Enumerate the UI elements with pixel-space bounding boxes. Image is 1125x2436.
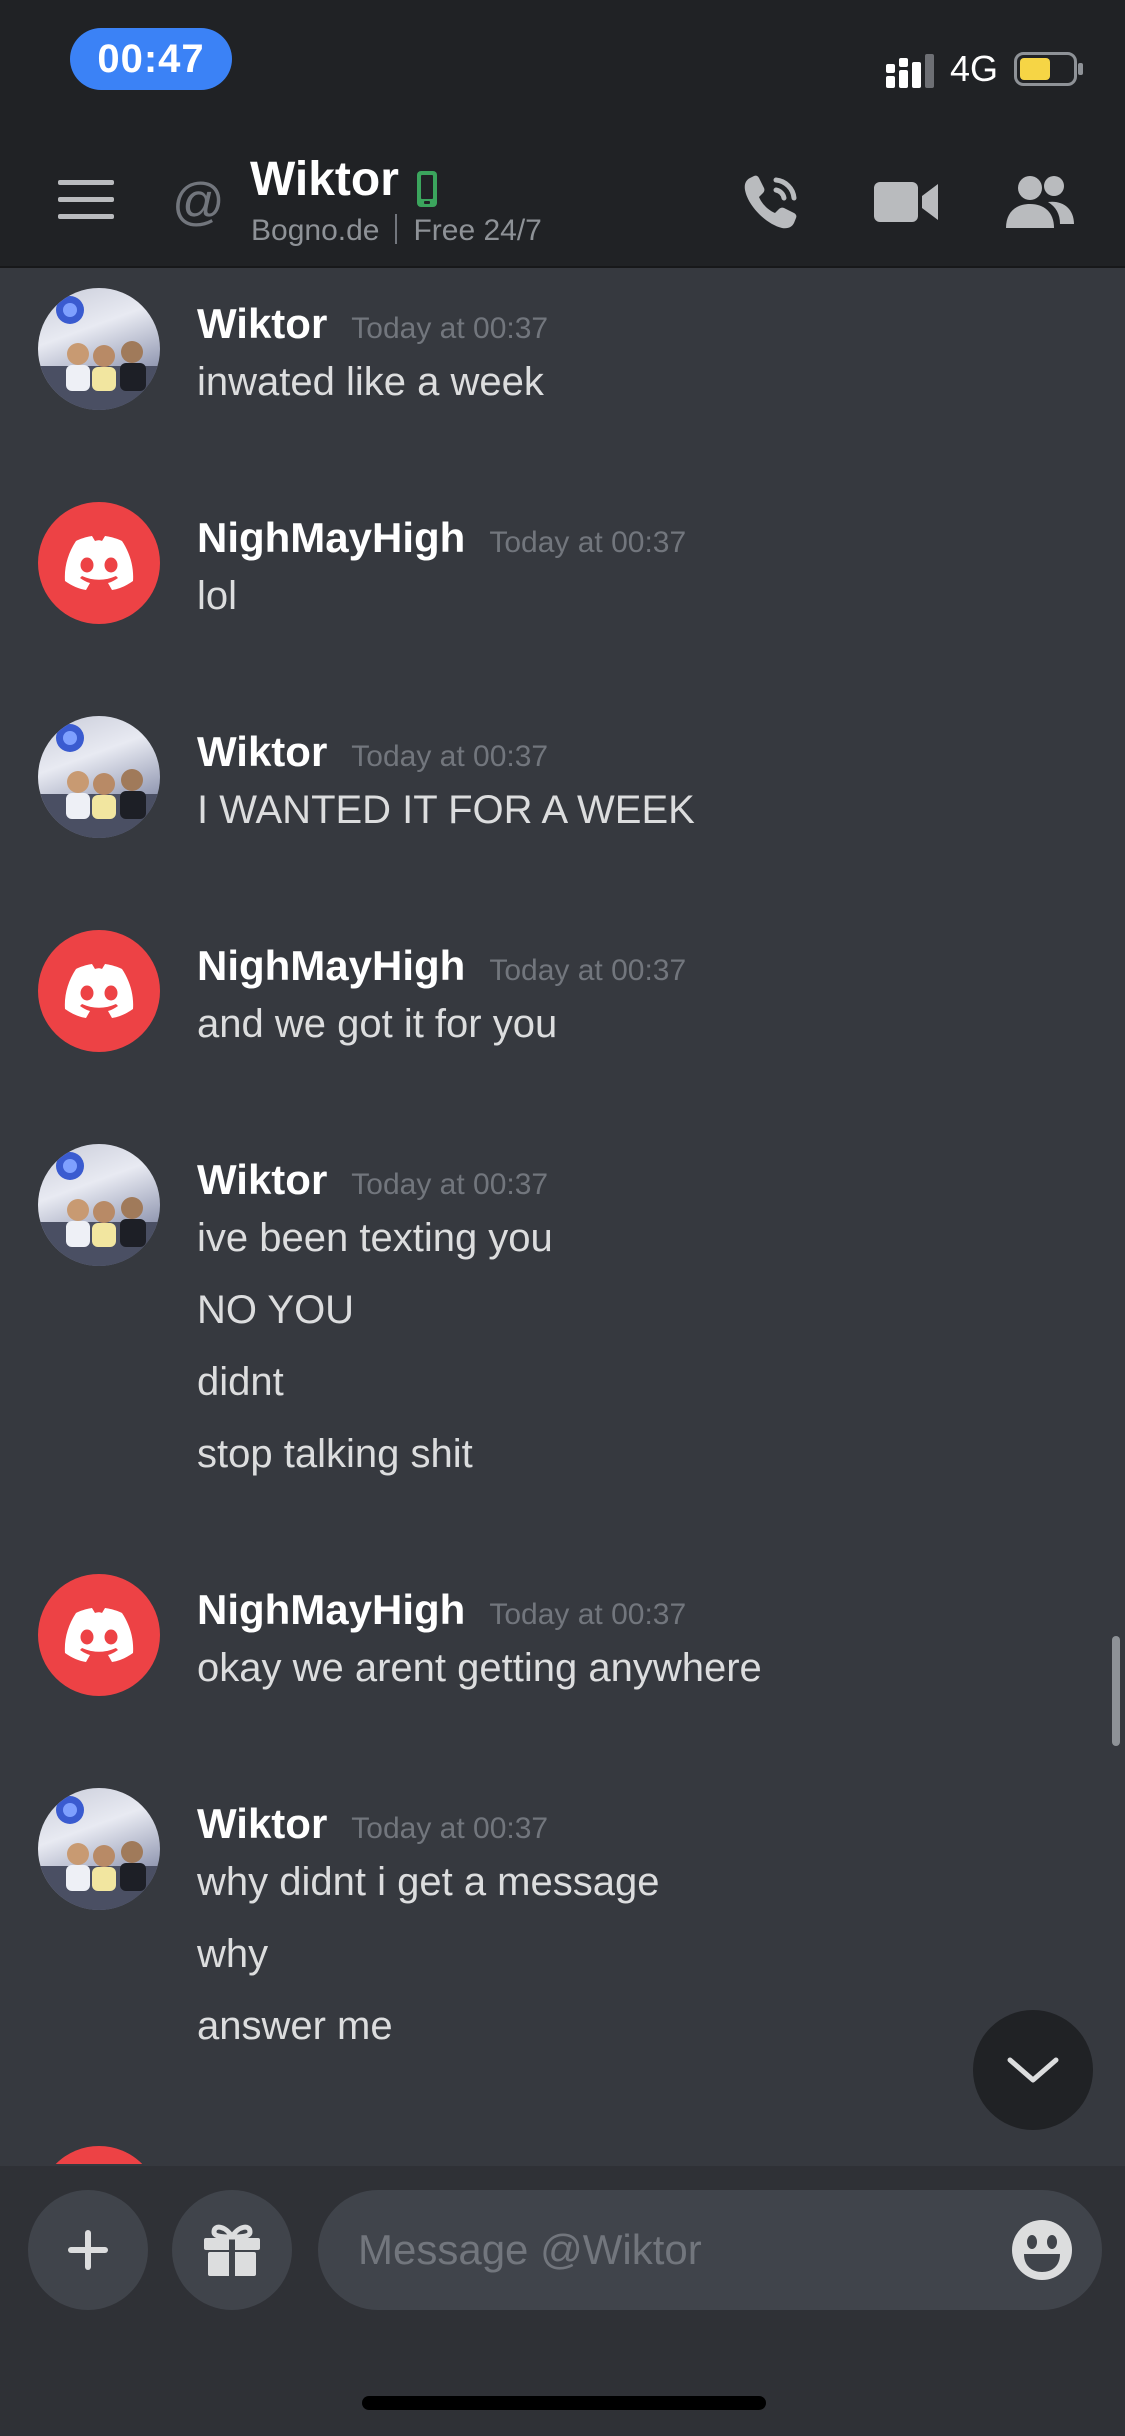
subtitle-right: Free 24/7 — [413, 214, 542, 247]
message-composer — [0, 2166, 1125, 2436]
message-text[interactable]: answer me — [197, 2004, 393, 2049]
profile-photo — [38, 724, 160, 838]
avatar[interactable] — [38, 930, 160, 1052]
message-author[interactable]: NighMayHigh Today at 00:37 — [197, 514, 686, 562]
author-name[interactable]: NighMayHigh — [197, 2158, 465, 2164]
subtitle-divider — [395, 214, 398, 244]
avatar[interactable] — [38, 1574, 160, 1696]
message-author[interactable]: Wiktor Today at 00:37 — [197, 300, 548, 348]
message-text[interactable]: I WANTED IT FOR A WEEK — [197, 788, 695, 833]
message-text[interactable]: why didnt i get a message — [197, 1860, 659, 1905]
message-input[interactable] — [318, 2190, 1102, 2310]
mobile-online-icon — [417, 171, 437, 207]
message-text[interactable]: inwated like a week — [197, 360, 544, 405]
message-timestamp: Today at 00:37 — [489, 526, 687, 559]
author-name[interactable]: Wiktor — [197, 1156, 327, 1203]
avatar[interactable] — [38, 1144, 160, 1266]
message-text[interactable]: stop talking shit — [197, 1432, 473, 1477]
message-timestamp: Today at 00:37 — [351, 1812, 549, 1845]
avatar[interactable] — [38, 2146, 160, 2164]
chevron-down-icon — [1007, 2057, 1059, 2083]
author-name[interactable]: Wiktor — [197, 728, 327, 775]
author-name[interactable]: NighMayHigh — [197, 514, 465, 561]
message-author[interactable]: Wiktor Today at 00:37 — [197, 728, 548, 776]
message-text[interactable]: ive been texting you — [197, 1216, 553, 1261]
gift-icon — [204, 2224, 260, 2276]
author-name[interactable]: NighMayHigh — [197, 1586, 465, 1633]
message-text[interactable]: why — [197, 1932, 268, 1977]
avatar[interactable] — [38, 288, 160, 410]
avatar[interactable] — [38, 502, 160, 624]
discord-logo-icon — [64, 536, 134, 590]
message-timestamp: Today at 00:37 — [351, 312, 549, 345]
message-text[interactable]: lol — [197, 574, 237, 619]
status-time: 00:47 — [70, 28, 232, 90]
header-subtitle: Bogno.de Free 24/7 — [251, 214, 542, 248]
message-author[interactable]: Wiktor Today at 00:37 — [197, 1800, 548, 1848]
discord-logo-icon — [64, 1608, 134, 1662]
message-text[interactable]: didnt — [197, 1360, 284, 1405]
add-attachment-button[interactable] — [28, 2190, 148, 2310]
network-type: 4G — [950, 48, 999, 89]
message-timestamp: Today at 00:37 — [351, 1168, 549, 1201]
message-text[interactable]: NO YOU — [197, 1288, 354, 1333]
page-title[interactable]: Wiktor — [250, 152, 399, 207]
gift-nitro-button[interactable] — [172, 2190, 292, 2310]
home-indicator — [362, 2396, 766, 2410]
message-text[interactable]: okay we arent getting anywhere — [197, 1646, 762, 1691]
channel-header: @ Wiktor Bogno.de Free 24/7 — [0, 130, 1125, 268]
author-name[interactable]: Wiktor — [197, 1800, 327, 1847]
profile-photo — [38, 296, 160, 410]
message-timestamp: Today at 00:37 — [489, 1598, 687, 1631]
avatar[interactable] — [38, 716, 160, 838]
emoji-icon[interactable] — [1010, 2218, 1074, 2282]
author-name[interactable]: Wiktor — [197, 300, 327, 347]
avatar[interactable] — [38, 1788, 160, 1910]
jump-to-present-button[interactable] — [973, 2010, 1093, 2130]
status-bar: 00:47 4G — [0, 0, 1125, 130]
message-author[interactable]: Wiktor Today at 00:37 — [197, 1156, 548, 1204]
signal-icon — [886, 54, 934, 88]
at-icon: @ — [172, 173, 225, 231]
message-timestamp: Today at 00:37 — [489, 954, 687, 987]
author-name[interactable]: NighMayHigh — [197, 942, 465, 989]
voice-call-icon[interactable] — [740, 170, 804, 234]
hamburger-menu-icon[interactable] — [58, 180, 118, 220]
battery-icon — [1014, 52, 1083, 86]
message-author[interactable]: NighMayHigh Today at 00:37 — [197, 1586, 686, 1634]
plus-icon — [68, 2230, 108, 2270]
profile-photo — [38, 1796, 160, 1910]
message-author[interactable]: NighMayHigh Today at 00:37 — [197, 942, 686, 990]
profile-photo — [38, 1152, 160, 1266]
message-author[interactable]: NighMayHighToday at 00:37 — [197, 2158, 686, 2164]
discord-logo-icon — [64, 964, 134, 1018]
message-list[interactable]: Wiktor Today at 00:37 inwated like a week N… — [0, 268, 1125, 2164]
message-timestamp: Today at 00:37 — [351, 740, 549, 773]
scrollbar-thumb[interactable] — [1112, 1636, 1120, 1746]
video-call-icon[interactable] — [874, 176, 940, 228]
members-icon[interactable] — [1004, 172, 1076, 232]
subtitle-left: Bogno.de — [251, 214, 380, 247]
message-text[interactable]: and we got it for you — [197, 1002, 557, 1047]
